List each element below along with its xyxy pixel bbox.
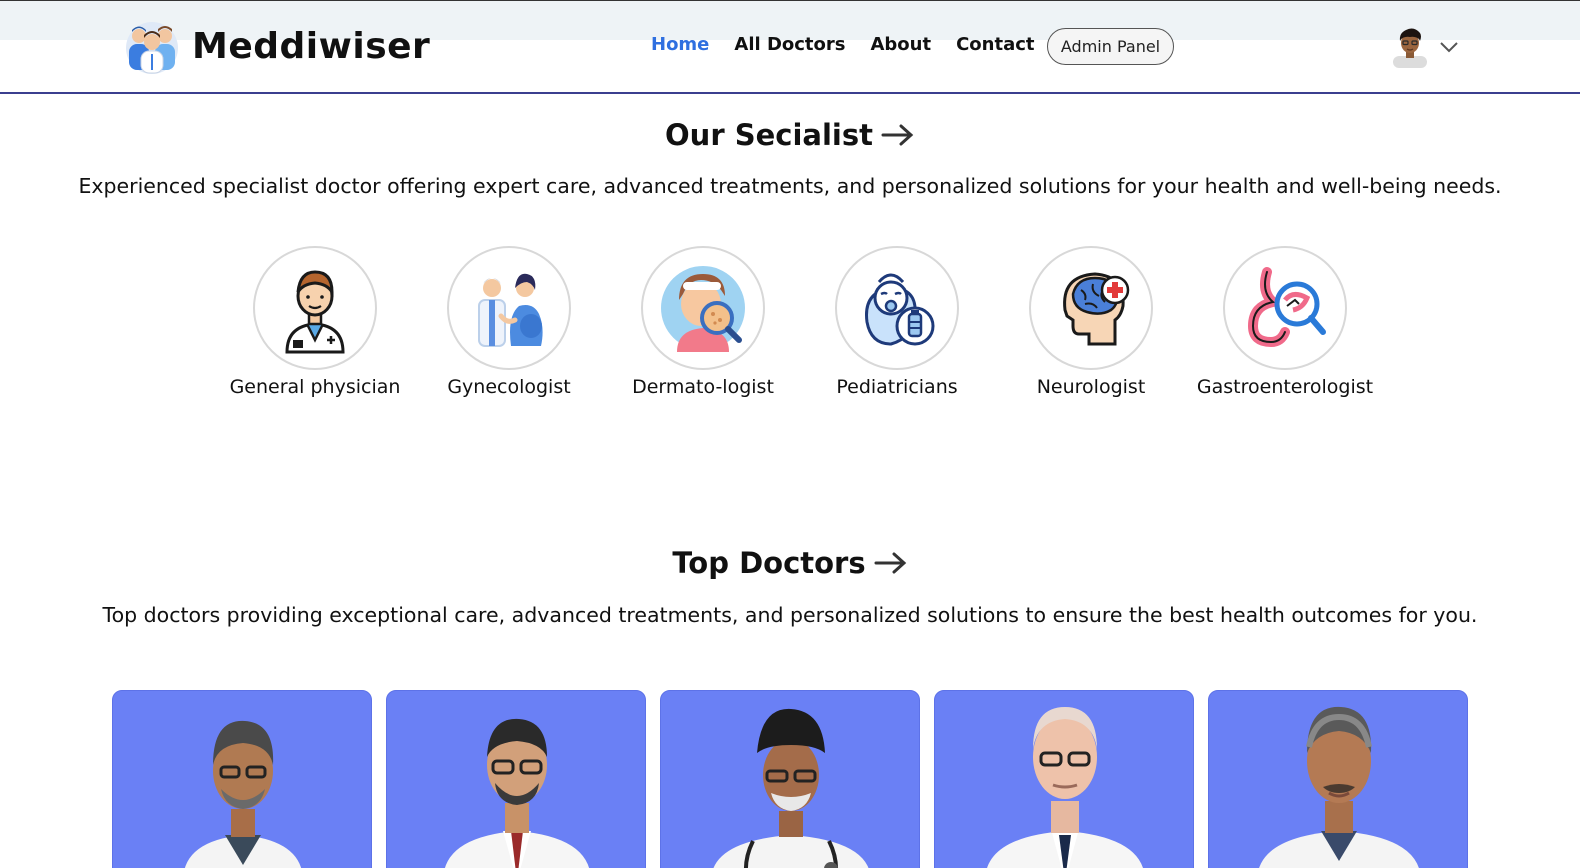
top-doctors-title-text: Top Doctors	[672, 546, 866, 580]
admin-panel-button[interactable]: Admin Panel	[1047, 28, 1174, 65]
specialist-icon-circle	[835, 246, 959, 370]
nav-link-home[interactable]: Home	[651, 34, 709, 55]
specialist-icon-circle	[641, 246, 765, 370]
specialists-title-text: Our Secialist	[665, 118, 873, 152]
top-doctors-description: Top doctors providing exceptional care, …	[102, 603, 1478, 627]
specialist-label: Gastroenterologist	[1196, 376, 1374, 398]
gynecologist-icon	[478, 273, 543, 347]
brand-name: Meddiwiser	[192, 25, 431, 67]
specialist-label: General physician	[229, 376, 401, 398]
physician-icon	[285, 270, 345, 354]
pediatrician-icon	[865, 273, 935, 346]
specialists-title: Our Secialist	[0, 118, 1580, 152]
specialist-gynecologist[interactable]: Gynecologist	[412, 246, 606, 398]
chevron-down-icon	[1440, 42, 1458, 53]
specialists-list: General physician Gynecologist Dermato-l…	[218, 246, 1382, 398]
doctor-card[interactable]	[1208, 690, 1468, 868]
doctor-card[interactable]	[660, 690, 920, 868]
specialist-dermatologist[interactable]: Dermato-logist	[606, 246, 800, 398]
neurologist-icon	[1063, 272, 1130, 346]
main-nav: Home All Doctors About Contact	[651, 34, 1060, 55]
specialist-label: Pediatricians	[836, 376, 958, 398]
specialist-general-physician[interactable]: General physician	[218, 246, 412, 398]
nav-link-about[interactable]: About	[870, 34, 931, 55]
brand[interactable]: Meddiwiser	[124, 18, 430, 74]
arrow-right-icon	[881, 124, 914, 146]
doctor-photo-5	[1259, 706, 1419, 868]
doctor-photo-1	[184, 720, 302, 868]
nav-link-all-doctors[interactable]: All Doctors	[734, 34, 845, 55]
doctor-card[interactable]	[386, 690, 646, 868]
specialist-label: Neurologist	[1036, 376, 1146, 398]
specialist-gastroenterologist[interactable]: Gastroenterologist	[1188, 246, 1382, 398]
doctor-photo-3	[713, 708, 869, 868]
doctor-card[interactable]	[934, 690, 1194, 868]
profile-menu[interactable]	[1389, 26, 1459, 68]
specialist-label: Dermato-logist	[632, 376, 774, 398]
dermatologist-icon	[661, 266, 745, 352]
specialist-neurologist[interactable]: Neurologist	[994, 246, 1188, 398]
doctor-photo-4	[987, 707, 1143, 868]
doctors-group-logo-icon	[126, 22, 178, 74]
top-doctors-title: Top Doctors	[0, 546, 1580, 580]
navbar: Meddiwiser Home All Doctors About Contac…	[0, 0, 1580, 94]
specialists-description: Experienced specialist doctor offering e…	[78, 174, 1502, 198]
nav-link-contact[interactable]: Contact	[956, 34, 1034, 55]
arrow-right-icon	[874, 552, 906, 574]
doctor-cards	[112, 690, 1468, 868]
specialist-icon-circle	[1029, 246, 1153, 370]
specialist-icon-circle	[253, 246, 377, 370]
user-avatar-icon	[1393, 28, 1427, 68]
doctor-photo-2	[444, 718, 590, 868]
specialist-icon-circle	[447, 246, 571, 370]
specialist-label: Gynecologist	[447, 376, 571, 398]
specialist-icon-circle	[1223, 246, 1347, 370]
doctor-card[interactable]	[112, 690, 372, 868]
gastroenterologist-icon	[1247, 267, 1326, 348]
specialist-pediatricians[interactable]: Pediatricians	[800, 246, 994, 398]
